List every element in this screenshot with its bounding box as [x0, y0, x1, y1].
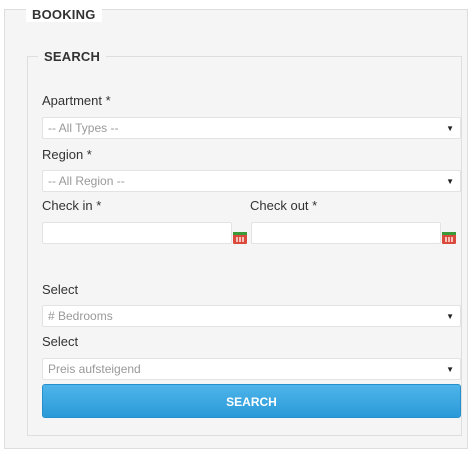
search-title: SEARCH [38, 49, 107, 64]
bedrooms-label: Select [42, 282, 79, 297]
chevron-down-icon: ▼ [446, 365, 454, 374]
chevron-down-icon: ▼ [446, 312, 454, 321]
check-in-label: Check in * [42, 198, 102, 213]
sort-label: Select [42, 334, 79, 349]
sort-select-value: Preis aufsteigend [48, 362, 141, 376]
booking-title: BOOKING [26, 7, 102, 22]
sort-select[interactable]: Preis aufsteigend ▼ [42, 358, 461, 380]
apartment-select[interactable]: -- All Types -- ▼ [42, 117, 461, 139]
region-select[interactable]: -- All Region -- ▼ [42, 170, 461, 192]
check-out-input[interactable] [251, 222, 441, 244]
search-button[interactable]: SEARCH [42, 384, 461, 418]
chevron-down-icon: ▼ [446, 124, 454, 133]
bedrooms-select[interactable]: # Bedrooms ▼ [42, 305, 461, 327]
calendar-icon[interactable] [233, 232, 247, 244]
apartment-label: Apartment * [42, 93, 111, 108]
check-in-input[interactable] [42, 222, 232, 244]
bedrooms-select-value: # Bedrooms [48, 309, 113, 323]
region-select-value: -- All Region -- [48, 174, 125, 188]
check-out-label: Check out * [250, 198, 318, 213]
region-label: Region * [42, 147, 92, 162]
apartment-select-value: -- All Types -- [48, 121, 119, 135]
chevron-down-icon: ▼ [446, 177, 454, 186]
calendar-icon[interactable] [442, 232, 456, 244]
